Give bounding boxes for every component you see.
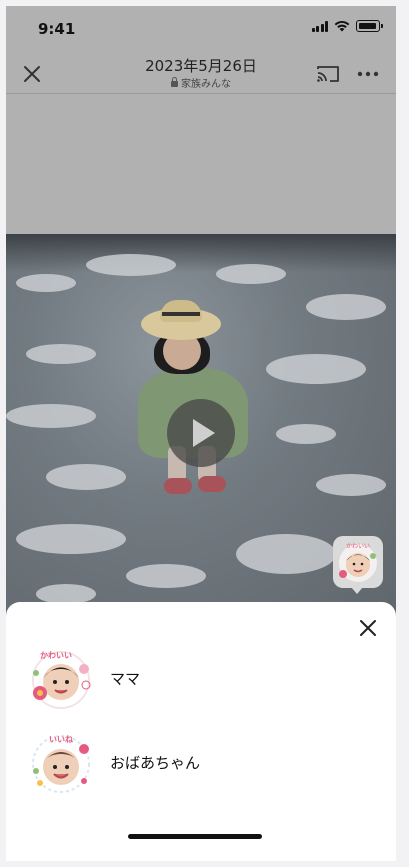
photo-top-padding xyxy=(6,94,396,234)
sticker-caption: かわいい xyxy=(346,543,370,550)
sticker-caption: いいね xyxy=(49,735,73,744)
status-time: 9:41 xyxy=(38,20,76,38)
reaction-row[interactable]: いいね おばあちゃん xyxy=(26,726,376,798)
close-icon[interactable] xyxy=(356,616,380,640)
wifi-icon xyxy=(334,20,350,32)
reaction-row[interactable]: かわいい ママ xyxy=(26,642,376,714)
signal-icon xyxy=(311,20,328,32)
more-options-icon[interactable] xyxy=(356,64,380,84)
home-indicator xyxy=(128,834,262,839)
phone-screen: 9:41 2023年5月26日 家族みんな かわいい かわいい ママ いいね お… xyxy=(6,6,396,861)
sticker-caption: かわいい xyxy=(40,651,72,660)
reactions-sheet: かわいい ママ いいね おばあちゃん xyxy=(6,602,396,861)
status-bar: 9:41 xyxy=(6,6,396,52)
baby-sticker-icon: かわいい xyxy=(339,543,377,582)
reactor-name: おばあちゃん xyxy=(110,753,201,772)
play-button[interactable] xyxy=(167,399,235,467)
status-icons xyxy=(311,20,383,32)
album-name: 家族みんな xyxy=(181,79,231,90)
cast-icon[interactable] xyxy=(316,64,340,84)
photo-shadow xyxy=(6,234,396,272)
reaction-sticker-button[interactable]: かわいい xyxy=(333,536,383,594)
lock-icon xyxy=(171,77,178,87)
app-header: 2023年5月26日 家族みんな xyxy=(6,52,396,94)
battery-icon xyxy=(356,20,383,32)
baby-sticker-icon: いいね xyxy=(32,735,90,793)
reactor-name: ママ xyxy=(110,669,141,688)
baby-sticker-icon: かわいい xyxy=(32,651,91,709)
